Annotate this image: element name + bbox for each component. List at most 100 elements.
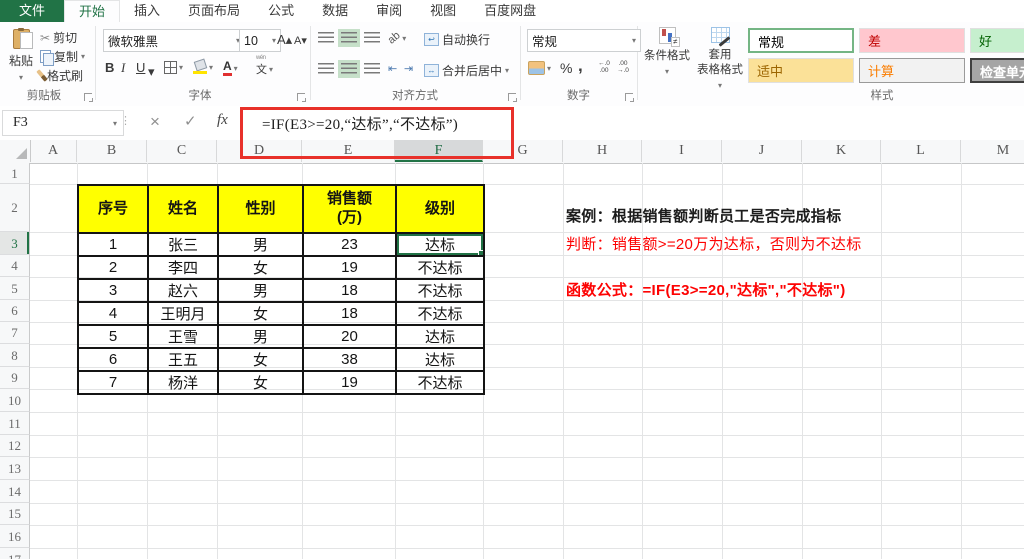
- table-cell[interactable]: 1: [77, 232, 149, 257]
- row-header-12[interactable]: 12: [0, 435, 30, 457]
- tab-文件[interactable]: 文件: [0, 0, 65, 22]
- increase-indent-button[interactable]: ⇥: [404, 62, 413, 75]
- cell-style-常规[interactable]: 常规: [748, 28, 854, 53]
- table-cell[interactable]: 23: [302, 232, 397, 257]
- name-box[interactable]: F3 ▾: [2, 110, 124, 136]
- copy-button[interactable]: 复制 ▾: [40, 48, 85, 66]
- paste-button[interactable]: 粘贴 ▾: [4, 27, 38, 89]
- row-header-7[interactable]: 7: [0, 322, 30, 344]
- table-header-cell[interactable]: 级别: [395, 184, 485, 234]
- percent-style-button[interactable]: %: [560, 60, 572, 76]
- table-cell[interactable]: 王雪: [147, 324, 219, 349]
- decrease-font-size-button[interactable]: A▾: [294, 34, 307, 47]
- row-header-11[interactable]: 11: [0, 412, 30, 435]
- column-header-M[interactable]: M: [961, 140, 1024, 162]
- column-header-C[interactable]: C: [147, 140, 217, 162]
- table-cell[interactable]: 张三: [147, 232, 219, 257]
- table-cell[interactable]: 4: [77, 301, 149, 326]
- tab-审阅[interactable]: 审阅: [362, 0, 416, 22]
- decrease-decimal-button[interactable]: .00 →.0: [617, 60, 629, 75]
- row-header-14[interactable]: 14: [0, 480, 30, 503]
- column-header-F[interactable]: F: [395, 140, 483, 162]
- table-cell[interactable]: 19: [302, 370, 397, 395]
- table-cell[interactable]: 李四: [147, 255, 219, 280]
- table-cell[interactable]: 赵六: [147, 278, 219, 303]
- table-cell[interactable]: 18: [302, 301, 397, 326]
- column-header-L[interactable]: L: [881, 140, 961, 162]
- merge-center-button[interactable]: ↔ 合并后居中 ▾: [424, 62, 509, 79]
- table-cell[interactable]: 达标: [395, 347, 485, 372]
- increase-font-size-button[interactable]: A▴: [277, 32, 292, 48]
- table-cell[interactable]: 不达标: [395, 255, 485, 280]
- italic-button[interactable]: I: [121, 60, 125, 76]
- table-header-cell[interactable]: 姓名: [147, 184, 219, 234]
- align-top-button[interactable]: [318, 32, 334, 44]
- align-center-button[interactable]: [341, 63, 357, 75]
- table-cell[interactable]: 不达标: [395, 370, 485, 395]
- accounting-format-button[interactable]: ▾: [528, 61, 551, 75]
- column-header-A[interactable]: A: [30, 140, 77, 162]
- orientation-button[interactable]: ab ▾: [386, 29, 407, 46]
- table-cell[interactable]: 男: [217, 324, 304, 349]
- number-dialog-launcher-icon[interactable]: [625, 93, 634, 102]
- tab-插入[interactable]: 插入: [120, 0, 174, 22]
- select-all-corner[interactable]: [0, 140, 31, 162]
- row-header-6[interactable]: 6: [0, 300, 30, 322]
- cell-style-计算[interactable]: 计算: [859, 58, 965, 83]
- tab-开始[interactable]: 开始: [64, 0, 121, 22]
- column-header-K[interactable]: K: [802, 140, 881, 162]
- fill-color-button[interactable]: ▾: [193, 60, 213, 74]
- table-cell[interactable]: 38: [302, 347, 397, 372]
- table-cell[interactable]: 男: [217, 278, 304, 303]
- column-header-J[interactable]: J: [722, 140, 802, 162]
- cell-style-适中[interactable]: 适中: [748, 58, 854, 83]
- tab-视图[interactable]: 视图: [416, 0, 470, 22]
- row-header-2[interactable]: 2: [0, 184, 30, 232]
- table-cell[interactable]: 杨洋: [147, 370, 219, 395]
- underline-dropdown-icon[interactable]: ▾: [148, 64, 155, 80]
- align-bottom-button[interactable]: [364, 32, 380, 44]
- table-cell[interactable]: 18: [302, 278, 397, 303]
- table-cell[interactable]: 女: [217, 301, 304, 326]
- borders-button[interactable]: ▾: [164, 61, 183, 74]
- column-header-H[interactable]: H: [563, 140, 642, 162]
- cell-style-差[interactable]: 差: [859, 28, 965, 53]
- table-cell[interactable]: 5: [77, 324, 149, 349]
- row-header-1[interactable]: 1: [0, 163, 30, 184]
- formula-input[interactable]: =IF(E3>=20,“达标”,“不达标”): [262, 113, 458, 134]
- clipboard-dialog-launcher-icon[interactable]: [84, 93, 93, 102]
- format-as-table-button[interactable]: 套用 表格格式 ▾: [696, 27, 744, 93]
- column-header-B[interactable]: B: [77, 140, 147, 162]
- table-cell[interactable]: 6: [77, 347, 149, 372]
- bold-button[interactable]: B: [105, 60, 114, 75]
- table-cell[interactable]: 7: [77, 370, 149, 395]
- table-cell[interactable]: 达标: [395, 232, 485, 257]
- table-cell[interactable]: 王明月: [147, 301, 219, 326]
- table-cell[interactable]: 女: [217, 370, 304, 395]
- table-cell[interactable]: 王五: [147, 347, 219, 372]
- tab-百度网盘[interactable]: 百度网盘: [470, 0, 550, 22]
- table-cell[interactable]: 不达标: [395, 278, 485, 303]
- number-format-select[interactable]: 常规 ▾: [527, 29, 641, 52]
- format-painter-button[interactable]: 格式刷: [36, 67, 83, 84]
- font-color-button[interactable]: A ▾: [223, 60, 238, 76]
- column-header-I[interactable]: I: [642, 140, 722, 162]
- column-header-E[interactable]: E: [302, 140, 395, 162]
- cell-style-好[interactable]: 好: [970, 28, 1024, 53]
- comma-style-button[interactable]: ,: [578, 56, 583, 76]
- table-cell[interactable]: 3: [77, 278, 149, 303]
- align-middle-button[interactable]: [341, 32, 357, 44]
- tab-页面布局[interactable]: 页面布局: [174, 0, 254, 22]
- column-header-D[interactable]: D: [217, 140, 302, 162]
- row-header-10[interactable]: 10: [0, 389, 30, 412]
- row-header-16[interactable]: 16: [0, 525, 30, 548]
- cancel-icon[interactable]: ×: [150, 112, 160, 132]
- font-name-select[interactable]: 微软雅黑 ▾: [103, 29, 245, 52]
- row-header-3[interactable]: 3: [0, 232, 30, 255]
- font-size-select[interactable]: 10 ▾: [239, 29, 281, 52]
- decrease-indent-button[interactable]: ⇤: [388, 62, 397, 75]
- tab-公式[interactable]: 公式: [254, 0, 308, 22]
- row-header-5[interactable]: 5: [0, 277, 30, 300]
- table-cell[interactable]: 19: [302, 255, 397, 280]
- cell-style-检查单元格[interactable]: 检查单元格: [970, 58, 1024, 83]
